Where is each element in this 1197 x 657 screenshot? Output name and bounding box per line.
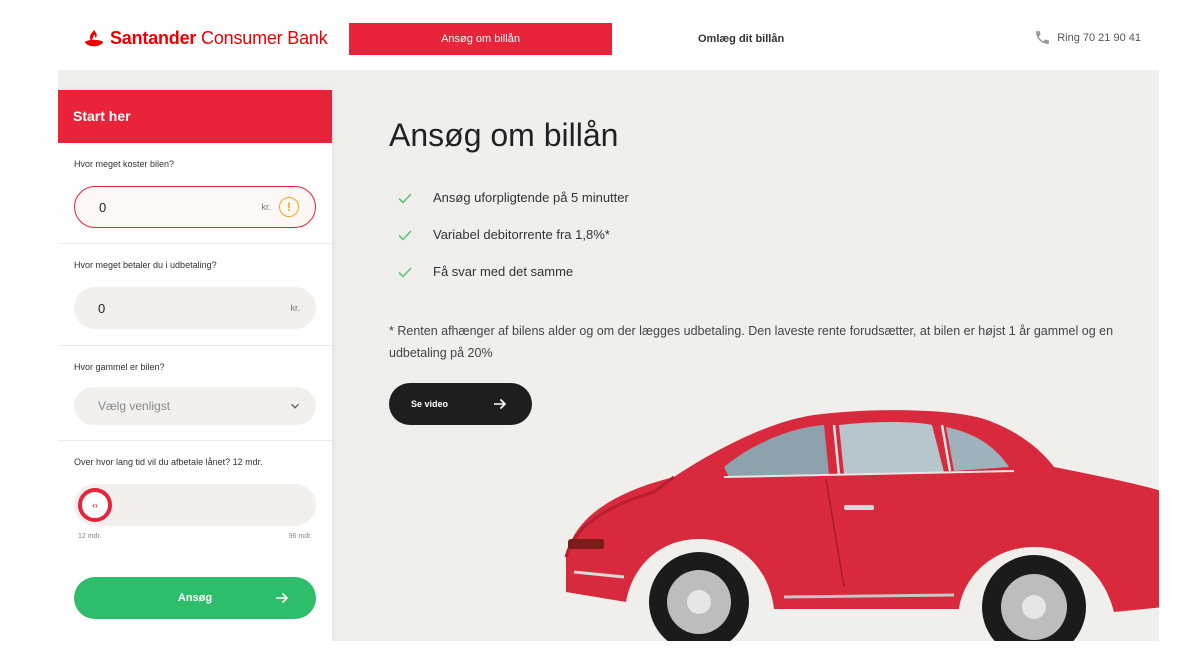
benefit-text: Få svar med det samme	[433, 264, 574, 279]
slider-max-label: 96 mdr.	[288, 533, 312, 540]
down-payment-input[interactable]: 0 kr.	[74, 287, 316, 329]
car-price-unit: kr.	[261, 202, 271, 212]
interest-disclaimer: * Renten afhænger af bilens alder og om …	[389, 324, 1114, 360]
phone-number: Ring 70 21 90 41	[1057, 31, 1141, 44]
car-age-section: Hvor gammel er bilen? Vælg venligst	[58, 346, 332, 441]
down-payment-value: 0	[98, 300, 106, 316]
nav-apply-car-loan[interactable]: Ansøg om billån	[349, 23, 612, 55]
brand-name-bold: Santander	[110, 27, 197, 48]
benefit-item: Variabel debitorrente fra 1,8%*	[397, 216, 629, 253]
nav-refinance-car-loan[interactable]: Omlæg dit billån	[698, 23, 784, 55]
benefits-list: Ansøg uforpligtende på 5 minutter Variab…	[397, 179, 629, 290]
down-payment-unit: kr.	[290, 303, 300, 313]
slider-min-label: 12 mdr.	[78, 533, 102, 540]
form-title: Start her	[58, 90, 332, 143]
page-title: Ansøg om billån	[389, 117, 619, 153]
loan-form-card: Start her Hvor meget koster bilen? 0 kr.…	[58, 90, 332, 641]
santander-logo[interactable]: Santander Consumer Bank	[83, 27, 328, 49]
benefit-text: Variabel debitorrente fra 1,8%*	[433, 227, 610, 242]
loan-term-label: Over hvor lang tid vil du afbetale lånet…	[74, 457, 263, 467]
car-price-value: 0	[99, 199, 107, 215]
chevron-down-icon	[291, 403, 299, 409]
phone-icon	[1036, 31, 1050, 44]
benefit-item: Få svar med det samme	[397, 253, 629, 290]
down-payment-label: Hvor meget betaler du i udbetaling?	[74, 260, 217, 270]
slider-range-labels: 12 mdr. 96 mdr.	[74, 526, 316, 540]
flame-icon	[84, 29, 104, 47]
car-price-section: Hvor meget koster bilen? 0 kr. !	[58, 143, 332, 244]
down-payment-section: Hvor meget betaler du i udbetaling? 0 kr…	[58, 244, 332, 346]
page: Santander Consumer Bank Ansøg om billån …	[58, 9, 1159, 641]
check-icon	[398, 266, 412, 278]
car-age-selected: Vælg venligst	[98, 399, 171, 413]
check-icon	[398, 192, 412, 204]
watch-video-label: Se video	[411, 399, 449, 409]
site-header: Santander Consumer Bank Ansøg om billån …	[58, 9, 1159, 70]
car-age-select[interactable]: Vælg venligst	[74, 387, 316, 425]
warning-icon: !	[279, 197, 299, 217]
loan-term-section: Over hvor lang tid vil du afbetale lånet…	[58, 441, 332, 540]
arrow-right-icon	[276, 592, 289, 604]
red-car-image	[564, 410, 1159, 641]
benefit-text: Ansøg uforpligtende på 5 minutter	[433, 190, 629, 205]
apply-button[interactable]: Ansøg	[74, 577, 316, 619]
phone-link[interactable]: Ring 70 21 90 41	[1034, 29, 1141, 46]
arrow-right-icon	[494, 398, 507, 410]
brand-name-rest: Consumer Bank	[196, 27, 328, 48]
benefit-item: Ansøg uforpligtende på 5 minutter	[397, 179, 629, 216]
loan-term-slider[interactable]: ‹›	[74, 484, 316, 526]
brand-name: Santander Consumer Bank	[110, 28, 328, 49]
check-icon	[398, 229, 412, 241]
car-age-label: Hvor gammel er bilen?	[74, 362, 165, 372]
watch-video-button[interactable]: Se video	[389, 383, 532, 425]
slider-handle[interactable]: ‹›	[78, 488, 112, 522]
car-price-label: Hvor meget koster bilen?	[74, 159, 175, 169]
car-price-input[interactable]: 0 kr. !	[74, 186, 316, 228]
apply-button-label: Ansøg	[177, 592, 213, 604]
